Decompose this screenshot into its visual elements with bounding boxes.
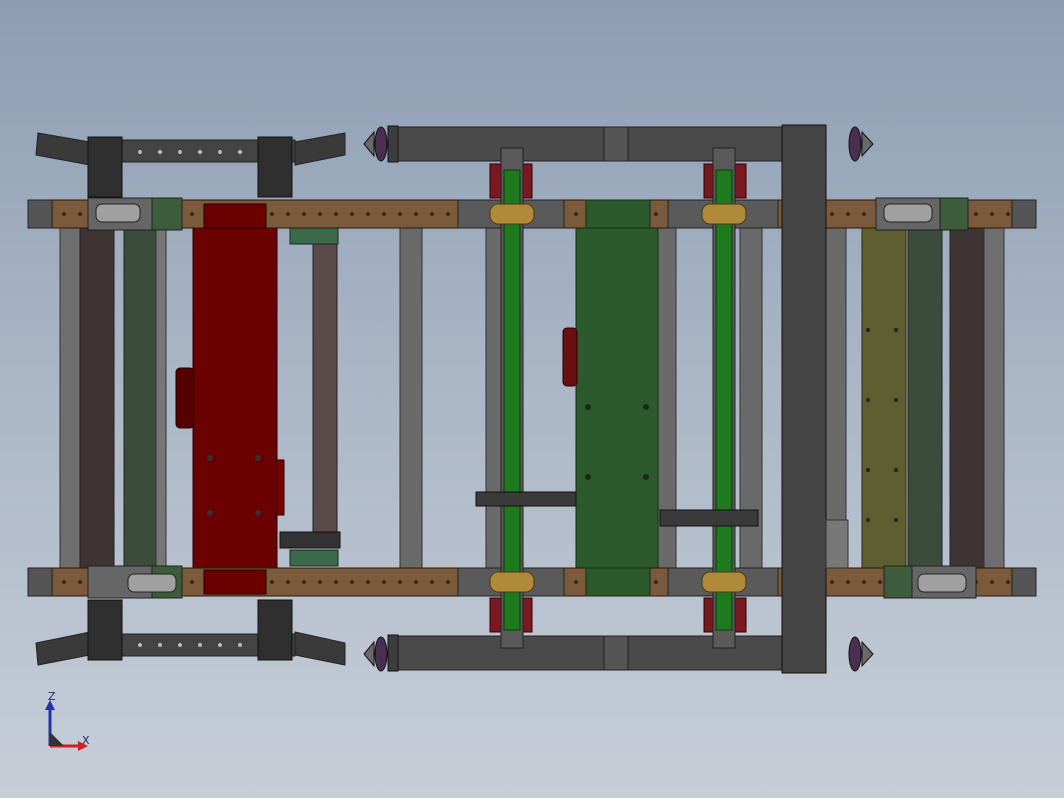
rail-hole <box>366 212 370 216</box>
assembly-drawing[interactable] <box>0 0 1064 798</box>
rail-hole <box>398 580 402 584</box>
rail-hole <box>382 212 386 216</box>
rail-hole <box>414 580 418 584</box>
rail-hole <box>334 580 338 584</box>
red-panel <box>175 227 285 569</box>
rail-hole <box>1006 580 1010 584</box>
axis-triad-graphic <box>45 700 88 751</box>
rail-hole <box>990 212 994 216</box>
rail-hole <box>430 212 434 216</box>
rail-hole <box>382 580 386 584</box>
rail-hole <box>830 212 834 216</box>
rail-hole <box>974 212 978 216</box>
rail-hole <box>654 212 658 216</box>
rail-hole <box>446 212 450 216</box>
rail-hole <box>286 212 290 216</box>
rail-hole <box>414 212 418 216</box>
rail-hole <box>286 580 290 584</box>
rail-hole <box>990 580 994 584</box>
rail-hole <box>654 580 658 584</box>
rail-hole <box>302 580 306 584</box>
rail-hole <box>574 212 578 216</box>
bottom-left-outrigger <box>35 599 346 666</box>
rail-hole <box>574 580 578 584</box>
top-left-outrigger <box>35 132 346 198</box>
rail-hole <box>366 580 370 584</box>
rail-hole <box>190 212 194 216</box>
rail-hole <box>78 580 82 584</box>
axis-x-label: X <box>82 734 90 747</box>
rail-hole <box>1006 212 1010 216</box>
axis-z-label: Z <box>48 690 56 703</box>
rail-hole <box>78 212 82 216</box>
axis-triad: Z X <box>40 690 100 756</box>
rail-hole <box>318 212 322 216</box>
rail-hole <box>62 580 66 584</box>
rail-hole <box>398 212 402 216</box>
olive-panel <box>861 227 907 569</box>
rail-hole <box>62 212 66 216</box>
rail-hole <box>830 580 834 584</box>
roller-shaft <box>279 227 341 567</box>
rail-hole <box>270 212 274 216</box>
rail-hole <box>334 212 338 216</box>
rail-hole <box>318 580 322 584</box>
rail-hole <box>862 580 866 584</box>
rail-hole <box>430 580 434 584</box>
cad-viewport[interactable]: Z X <box>0 0 1064 798</box>
drive-shaft-right <box>701 147 747 649</box>
rail-hole <box>846 212 850 216</box>
rail-hole <box>350 212 354 216</box>
rail-hole <box>846 580 850 584</box>
rail-hole <box>446 580 450 584</box>
rail-hole <box>862 212 866 216</box>
rail-hole <box>270 580 274 584</box>
rail-hole <box>302 212 306 216</box>
rail-hole <box>878 580 882 584</box>
green-panel <box>562 227 659 569</box>
rail-hole <box>190 580 194 584</box>
rail-hole <box>350 580 354 584</box>
